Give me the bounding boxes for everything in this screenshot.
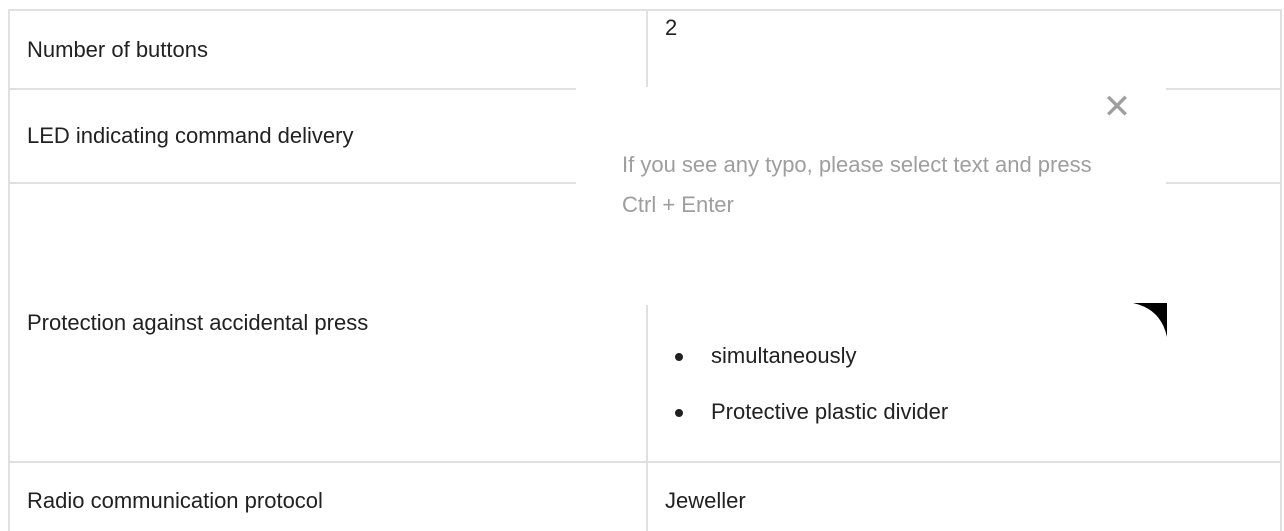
spec-label: Number of buttons bbox=[8, 9, 648, 90]
spec-label: Radio communication protocol bbox=[8, 461, 648, 531]
spec-value: Jeweller bbox=[646, 461, 1282, 531]
list-item: Protective plastic divider bbox=[665, 397, 948, 427]
typo-report-message: If you see any typo, please select text … bbox=[622, 152, 1092, 217]
page: Number of buttons 2 LED indicating comma… bbox=[0, 0, 1284, 531]
list-item: simultaneously bbox=[665, 341, 948, 371]
spec-value-text: 2 bbox=[665, 14, 678, 40]
bullet-list: simultaneously Protective plastic divide… bbox=[665, 341, 948, 427]
close-icon[interactable]: ✕ bbox=[1102, 90, 1132, 124]
popup-corner-decoration bbox=[1133, 303, 1167, 337]
table-row: Radio communication protocol Jeweller bbox=[8, 461, 1282, 531]
table-row: Number of buttons 2 bbox=[8, 9, 1282, 90]
spec-label: LED indicating command delivery bbox=[8, 88, 648, 184]
spec-label: Protection against accidental press bbox=[8, 182, 648, 463]
spec-value: 2 bbox=[646, 9, 1282, 90]
typo-report-popup: ✕ If you see any typo, please select tex… bbox=[576, 87, 1166, 305]
